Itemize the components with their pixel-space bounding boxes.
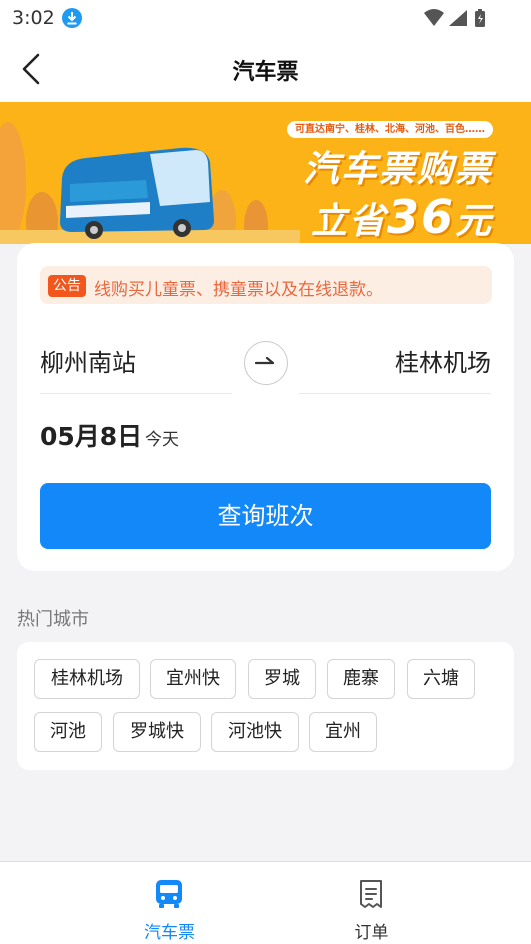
banner-saving-amount: 36 bbox=[386, 190, 455, 244]
banner-subheadline-suffix: 元 bbox=[454, 201, 493, 242]
banner-headline: 汽车票购票 bbox=[302, 149, 493, 190]
departure-station[interactable]: 柳州南站 bbox=[40, 343, 136, 378]
status-bar: 3:02 bbox=[0, 0, 531, 36]
hot-city-chip[interactable]: 宜州快 bbox=[150, 659, 236, 699]
wifi-icon bbox=[424, 9, 444, 26]
swap-arrow-icon bbox=[255, 356, 275, 365]
travel-date-relative[interactable]: 今天 bbox=[145, 425, 179, 450]
page-title: 汽车票 bbox=[232, 60, 299, 85]
hot-city-chip[interactable]: 宜州 bbox=[309, 712, 377, 752]
notice-badge: 公告 bbox=[48, 275, 86, 297]
swap-stations-button[interactable] bbox=[244, 341, 288, 385]
hot-city-chip[interactable]: 桂林机场 bbox=[34, 659, 140, 699]
travel-date[interactable]: 05月8日 bbox=[40, 417, 142, 453]
hot-city-chip[interactable]: 鹿寨 bbox=[327, 659, 395, 699]
banner-subheadline: 立省36元 bbox=[311, 190, 493, 244]
arrival-station[interactable]: 桂林机场 bbox=[395, 343, 491, 378]
status-time: 3:02 bbox=[12, 7, 55, 29]
notice-text: 线购买儿童票、携童票以及在线退款。 bbox=[94, 280, 383, 300]
receipt-icon bbox=[355, 878, 387, 914]
bottom-tab-bar: 汽车票 订单 bbox=[0, 861, 531, 944]
system-icons bbox=[423, 8, 493, 32]
bus-icon bbox=[60, 147, 214, 239]
promo-banner[interactable]: 可直达南宁、桂林、北海、河池、百色…… 汽车票购票 立省36元 bbox=[0, 102, 531, 244]
hot-city-chip[interactable]: 罗城 bbox=[248, 659, 316, 699]
hot-city-chip[interactable]: 罗城快 bbox=[113, 712, 201, 752]
notice-bar[interactable]: 公告 线购买儿童票、携童票以及在线退款。 bbox=[40, 266, 492, 304]
hot-city-chip[interactable]: 六塘 bbox=[407, 659, 475, 699]
signal-icon bbox=[449, 10, 467, 26]
departure-underline bbox=[40, 393, 232, 394]
banner-destination-tag: 可直达南宁、桂林、北海、河池、百色…… bbox=[287, 121, 493, 138]
arrival-underline bbox=[299, 393, 491, 394]
download-icon bbox=[62, 8, 82, 28]
tab-label: 订单 bbox=[354, 923, 389, 943]
hot-cities-panel: 桂林机场 宜州快 罗城 鹿寨 六塘 河池 罗城快 河池快 宜州 bbox=[17, 642, 514, 770]
nav-bar: 汽车票 bbox=[0, 36, 531, 102]
hot-city-chip[interactable]: 河池 bbox=[34, 712, 102, 752]
banner-subheadline-prefix: 立省 bbox=[310, 201, 387, 242]
search-card: 公告 线购买儿童票、携童票以及在线退款。 柳州南站 桂林机场 05月8日 今天 … bbox=[17, 243, 514, 571]
search-schedules-button[interactable]: 查询班次 bbox=[40, 483, 491, 549]
bus-tab-icon bbox=[153, 878, 185, 914]
hot-cities-heading: 热门城市 bbox=[17, 609, 89, 630]
hot-city-chip[interactable]: 河池快 bbox=[211, 712, 299, 752]
tab-orders[interactable]: 订单 bbox=[239, 862, 504, 944]
